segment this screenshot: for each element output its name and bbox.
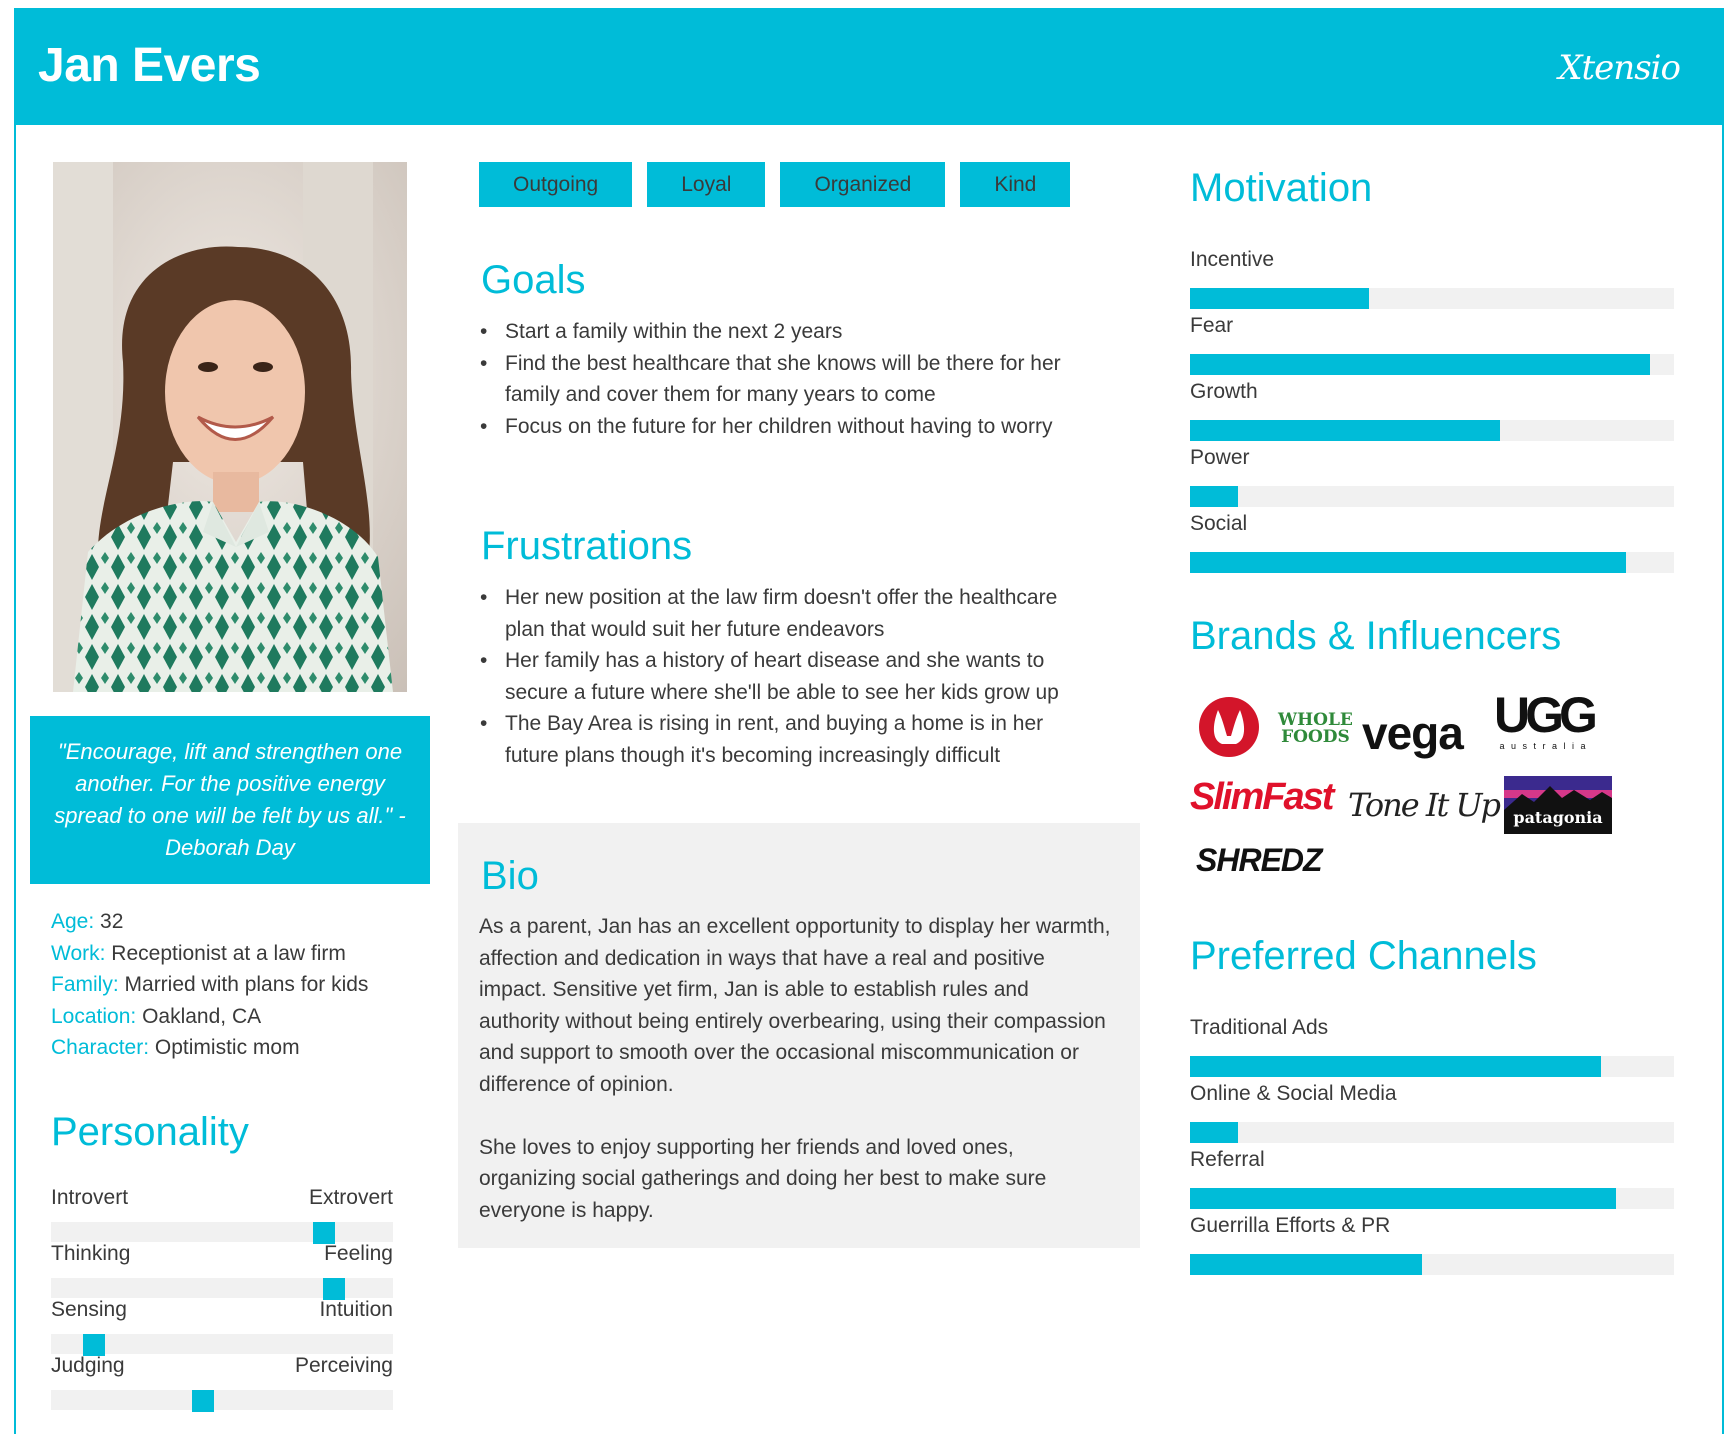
- persona-name: Jan Evers: [38, 39, 261, 92]
- trait-left-label: Introvert: [51, 1186, 129, 1209]
- tag-loyal: Loyal: [647, 162, 766, 207]
- trait-track: [51, 1390, 393, 1410]
- tone-it-up-logo: Tone It Up: [1348, 786, 1501, 824]
- goals-list: Start a family within the next 2 years F…: [480, 316, 1100, 442]
- quote-box: "Encourage, lift and strengthen one anot…: [30, 716, 430, 884]
- frustrations-title: Frustrations: [481, 524, 693, 568]
- trait-right-label: Perceiving: [294, 1354, 393, 1377]
- vega-logo: vega: [1362, 707, 1464, 759]
- bio-text: As a parent, Jan has an excellent opport…: [479, 911, 1115, 1226]
- bar-label: Guerrilla Efforts & PR: [1190, 1214, 1391, 1237]
- channel-bar: Guerrilla Efforts & PR: [1190, 1214, 1674, 1275]
- tag-outgoing: Outgoing: [479, 162, 633, 207]
- bar-label: Social: [1190, 512, 1248, 535]
- motivation-bar: Growth: [1190, 380, 1674, 441]
- bar-label: Incentive: [1190, 248, 1275, 271]
- motivation-bar: Fear: [1190, 314, 1674, 375]
- trait-tags: Outgoing Loyal Organized Kind: [479, 162, 1071, 207]
- bar-label: Traditional Ads: [1190, 1016, 1329, 1039]
- personality-trait: Judging Perceiving: [51, 1354, 393, 1412]
- bar-label: Online & Social Media: [1190, 1082, 1397, 1105]
- list-item: Focus on the future for her children wit…: [480, 411, 1100, 443]
- trait-track: [51, 1222, 393, 1242]
- channel-bar: Traditional Ads: [1190, 1016, 1674, 1077]
- trait-right-label: Intuition: [319, 1298, 393, 1321]
- trait-marker: [313, 1222, 336, 1244]
- header: Jan Evers Xtensio: [14, 8, 1724, 125]
- list-item: Start a family within the next 2 years: [480, 316, 1100, 348]
- bar-fill: [1190, 1188, 1616, 1209]
- xtensio-logo[interactable]: Xtensio: [1558, 48, 1681, 88]
- list-item: The Bay Area is rising in rent, and buyi…: [480, 708, 1100, 771]
- bar-label: Growth: [1190, 380, 1258, 403]
- list-item: Find the best healthcare that she knows …: [480, 348, 1100, 411]
- goals-title: Goals: [481, 258, 586, 302]
- persona-facts: Age: 32 Work: Receptionist at a law firm…: [51, 906, 431, 1064]
- personality-trait: Introvert Extrovert: [51, 1186, 393, 1244]
- bar-track: [1190, 288, 1674, 309]
- trait-right-label: Extrovert: [308, 1186, 393, 1209]
- personality-title: Personality: [51, 1110, 249, 1154]
- bar-fill: [1190, 1056, 1602, 1077]
- bar-fill: [1190, 552, 1626, 573]
- channel-bar: Online & Social Media: [1190, 1082, 1674, 1143]
- fact-location: Location: Oakland, CA: [51, 1004, 262, 1028]
- brands-title: Brands & Influencers: [1190, 614, 1562, 658]
- motivation-title: Motivation: [1190, 166, 1373, 210]
- shredz-logo: SHREDZ: [1196, 842, 1323, 878]
- bar-track: [1190, 552, 1674, 573]
- bar-track: [1190, 1188, 1674, 1209]
- motivation-bar: Social: [1190, 512, 1674, 573]
- trait-left-label: Sensing: [51, 1298, 127, 1321]
- bar-fill: [1190, 420, 1500, 441]
- trait-left-label: Thinking: [51, 1242, 131, 1265]
- ugg-logo: UGG a u s t r a l i a: [1494, 687, 1598, 751]
- personality-trait: Sensing Intuition: [51, 1298, 393, 1356]
- trait-marker: [83, 1334, 105, 1356]
- channel-bar: Referral: [1190, 1148, 1674, 1209]
- channels-title: Preferred Channels: [1190, 934, 1537, 978]
- whole-foods-logo: WHOLE FOODS: [1278, 710, 1353, 747]
- bar-track: [1190, 420, 1674, 441]
- bar-label: Fear: [1190, 314, 1234, 337]
- bar-track: [1190, 1122, 1674, 1143]
- bar-fill: [1190, 1122, 1239, 1143]
- list-item: Her family has a history of heart diseas…: [480, 645, 1100, 708]
- list-item: Her new position at the law firm doesn't…: [480, 582, 1100, 645]
- bar-track: [1190, 1254, 1674, 1275]
- bar-fill: [1190, 288, 1370, 309]
- fact-family: Family: Married with plans for kids: [51, 973, 369, 996]
- bio-paragraph: She loves to enjoy supporting her friend…: [479, 1135, 1047, 1222]
- fact-character: Character: Optimistic mom: [51, 1036, 300, 1059]
- motivation-bar: Power: [1190, 446, 1674, 507]
- bio-title: Bio: [481, 854, 539, 898]
- trait-right-label: Feeling: [324, 1242, 393, 1265]
- personality-trait: Thinking Feeling: [51, 1242, 393, 1300]
- persona-photo: [53, 162, 407, 692]
- bar-track: [1190, 354, 1674, 375]
- lululemon-logo: [1198, 696, 1260, 763]
- slimfast-logo: SlimFast: [1190, 776, 1334, 818]
- bar-label: Power: [1190, 446, 1250, 469]
- bar-fill: [1190, 1254, 1423, 1275]
- trait-left-label: Judging: [51, 1354, 125, 1377]
- tag-organized: Organized: [780, 162, 946, 207]
- frustrations-list: Her new position at the law firm doesn't…: [480, 582, 1100, 771]
- fact-age: Age: 32: [51, 910, 124, 933]
- trait-marker: [323, 1278, 345, 1300]
- bio-paragraph: As a parent, Jan has an excellent opport…: [479, 915, 1111, 1096]
- tag-kind: Kind: [960, 162, 1071, 207]
- bar-fill: [1190, 486, 1239, 507]
- bar-track: [1190, 486, 1674, 507]
- fact-work: Work: Receptionist at a law firm: [51, 941, 346, 965]
- bar-label: Referral: [1190, 1148, 1265, 1171]
- patagonia-logo: patagonia: [1504, 776, 1612, 834]
- trait-marker: [191, 1390, 214, 1412]
- bar-track: [1190, 1056, 1674, 1077]
- bar-fill: [1190, 354, 1650, 375]
- motivation-bar: Incentive: [1190, 248, 1674, 309]
